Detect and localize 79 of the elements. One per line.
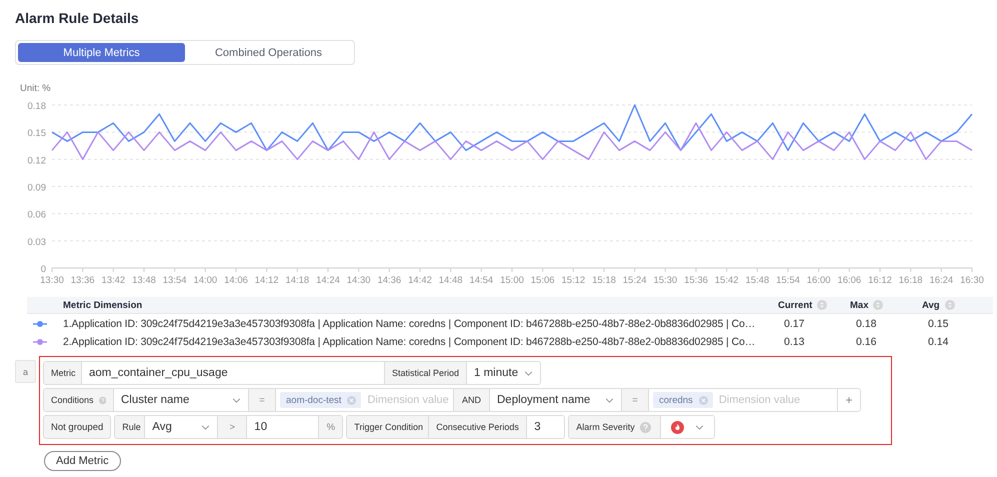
table-cell-text: 1.Application ID: 309c24f75d4219e3a3e457303f9308fa | Application Name: coredns | Component ID: b467288b-e250-48b7-88e2-0b8836d02985 | Co…	[63, 318, 756, 330]
tick-label: 14:42	[408, 275, 432, 285]
table-cell-text: 0.14	[927, 336, 950, 348]
add-metric-button[interactable]: Add Metric	[44, 451, 121, 471]
tick-label: 0.09	[28, 182, 46, 194]
tick-label: 14:06	[224, 275, 248, 285]
sort-icon[interactable]	[873, 300, 884, 310]
operator-label: =	[622, 389, 649, 411]
column-header: Max	[850, 300, 868, 310]
tick-label: 15:12	[561, 275, 586, 285]
column-header: Metric Dimension	[63, 300, 142, 310]
unit-label: %	[319, 416, 342, 438]
chevron-down-icon	[605, 398, 614, 402]
tick-label: 15:48	[745, 275, 770, 285]
tick-label: 15:54	[776, 275, 800, 285]
tick-label: 16:12	[868, 275, 892, 285]
field-label: AND	[454, 389, 490, 411]
tag-text: coredns	[659, 394, 693, 406]
tick-label: 0.15	[28, 128, 46, 140]
tick-label: 16:24	[929, 275, 954, 285]
comparator-label: >	[218, 416, 248, 438]
tick-label: 15:24	[622, 275, 647, 285]
tick-label: 15:06	[530, 275, 555, 285]
clear-icon	[347, 396, 356, 404]
tick-label: 0.06	[28, 210, 46, 221]
page-title: Alarm Rule Details	[15, 9, 140, 27]
tick-label: 16:30	[960, 275, 984, 285]
tick-label: 0.03	[28, 236, 46, 248]
chevron-down-icon	[201, 424, 210, 430]
tick-label: 16:00	[806, 275, 831, 285]
metric-id-label: a	[15, 360, 36, 383]
grouping-button[interactable]: Not grouped	[43, 415, 112, 439]
mode-tab[interactable]: Multiple Metrics	[18, 43, 185, 62]
sort-icon[interactable]	[944, 300, 955, 310]
table-cell-text: 0.13	[783, 336, 806, 348]
tick-label: 15:36	[684, 275, 708, 285]
tick-label: 0	[40, 264, 46, 275]
column-header: Current	[778, 300, 812, 310]
table-cell-text: 2.Application ID: 309c24f75d4219e3a3e457303f9308fa | Application Name: coredns | Component ID: b467288b-e250-48b7-88e2-0b8836d02985 | Co…	[63, 336, 756, 348]
unit-label: Unit: %	[20, 83, 52, 95]
table-cell-text: 0.17	[783, 318, 806, 330]
sort-icon[interactable]	[817, 300, 828, 310]
tick-label: 15:18	[592, 275, 616, 285]
tick-label: 14:48	[438, 275, 463, 285]
table-cell-text: 0.16	[855, 336, 878, 348]
select-value: Deployment name	[497, 394, 590, 406]
clear-icon	[698, 396, 708, 404]
select-value: Cluster name	[121, 394, 190, 406]
tick-label: 16:06	[837, 275, 862, 285]
tick-label: 13:30	[40, 275, 64, 285]
tick-label: 13:36	[70, 275, 95, 285]
placeholder-text: Dimension value	[367, 394, 449, 406]
field-label: Rule	[115, 416, 146, 438]
help-icon	[98, 394, 106, 406]
tag-text: aom-doc-test	[286, 394, 342, 406]
tick-label: 13:48	[132, 275, 156, 285]
table-cell-text: 0.18	[855, 318, 878, 330]
tick-label: 14:18	[285, 275, 310, 285]
tick-label: 14:54	[469, 275, 494, 285]
tick-label: 14:24	[316, 275, 340, 285]
column-header: Avg	[922, 300, 940, 310]
chevron-down-icon	[232, 398, 241, 402]
tick-label: 15:30	[653, 275, 678, 285]
placeholder-text: Dimension value	[718, 394, 800, 406]
tick-label: 13:42	[101, 275, 126, 285]
tick-label: 0.18	[28, 101, 46, 112]
tick-label: 14:00	[193, 275, 218, 285]
tick-label: 15:42	[714, 275, 739, 285]
table-cell-text: 0.15	[927, 318, 950, 330]
field-label: Conditions	[51, 395, 94, 405]
tick-label: 14:36	[377, 275, 402, 285]
operator-label: =	[249, 389, 276, 411]
tick-label: 14:12	[254, 275, 279, 285]
tick-label: 13:54	[162, 275, 187, 285]
select-value: Avg	[152, 421, 172, 433]
tick-label: 0.12	[28, 155, 46, 166]
tick-label: 15:00	[500, 275, 524, 285]
tick-label: 14:30	[346, 275, 371, 285]
tick-label: 16:18	[898, 275, 923, 285]
